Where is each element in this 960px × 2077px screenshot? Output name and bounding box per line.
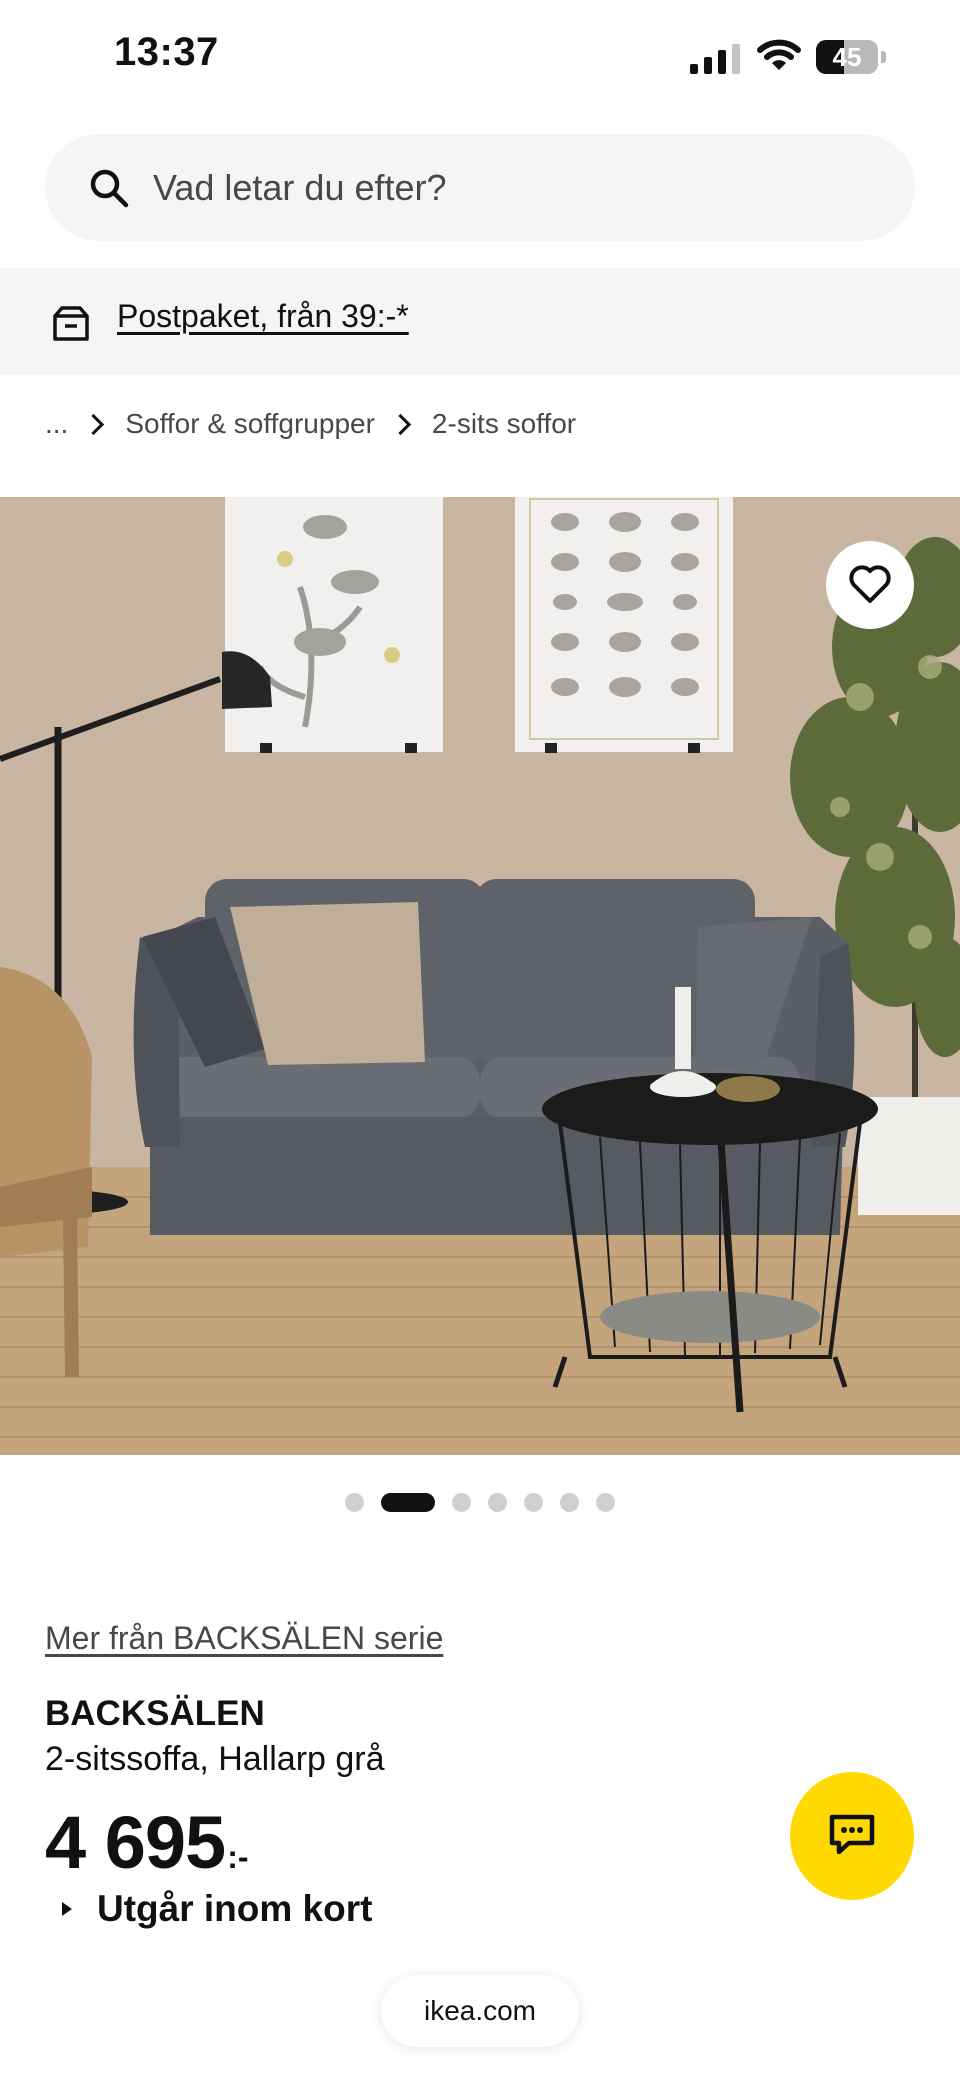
availability-status[interactable]: Utgår inom kort <box>62 1888 372 1930</box>
chevron-right-icon <box>389 413 412 435</box>
product-description: 2-sitssoffa, Hallarp grå <box>45 1740 385 1778</box>
search-input[interactable] <box>153 158 873 218</box>
gallery-dot[interactable] <box>560 1492 579 1512</box>
series-link[interactable]: Mer från BACKSÄLEN serie <box>45 1620 443 1657</box>
breadcrumb-sofas[interactable]: Soffor & soffgrupper <box>125 408 375 440</box>
gallery-dot[interactable] <box>452 1492 471 1512</box>
heart-icon <box>849 565 891 603</box>
battery-percent: 45 <box>832 42 862 72</box>
product-image-gallery[interactable] <box>0 497 960 1455</box>
delivery-link[interactable]: Postpaket, från 39:-* <box>117 298 409 335</box>
product-price: 4 695 :- <box>45 1800 249 1885</box>
breadcrumb-ellipsis[interactable]: ... <box>45 408 68 440</box>
chevron-right-icon <box>83 413 105 435</box>
caret-right-icon <box>62 1902 72 1916</box>
search-bar[interactable] <box>45 134 915 241</box>
delivery-banner: Postpaket, från 39:-* <box>0 268 960 375</box>
breadcrumb-2-seat-sofas[interactable]: 2-sits soffor <box>432 408 576 440</box>
delivery-box-icon <box>53 306 89 341</box>
availability-text: Utgår inom kort <box>97 1888 373 1929</box>
battery-icon: 45 <box>816 40 888 74</box>
search-icon <box>90 169 129 208</box>
gallery-dot[interactable] <box>345 1492 364 1512</box>
gallery-dot[interactable] <box>488 1492 507 1512</box>
price-suffix: :- <box>227 1839 249 1875</box>
favorite-button[interactable] <box>826 541 914 629</box>
wifi-icon <box>757 39 801 70</box>
gallery-dot-active[interactable] <box>381 1492 435 1512</box>
cellular-signal-icon <box>690 44 740 74</box>
product-name: BACKSÄLEN <box>45 1694 265 1733</box>
gallery-dot[interactable] <box>524 1492 543 1512</box>
chat-button[interactable] <box>790 1772 914 1900</box>
gallery-dot[interactable] <box>596 1492 615 1512</box>
gallery-pagination <box>0 1490 960 1514</box>
chat-icon <box>829 1814 875 1855</box>
breadcrumb: ... Soffor & soffgrupper 2-sits soffor <box>45 404 576 444</box>
browser-url-bar[interactable]: ikea.com <box>381 1975 579 2047</box>
price-value: 4 695 <box>45 1801 226 1884</box>
status-time: 13:37 <box>114 30 219 74</box>
product-photo <box>0 497 960 1455</box>
